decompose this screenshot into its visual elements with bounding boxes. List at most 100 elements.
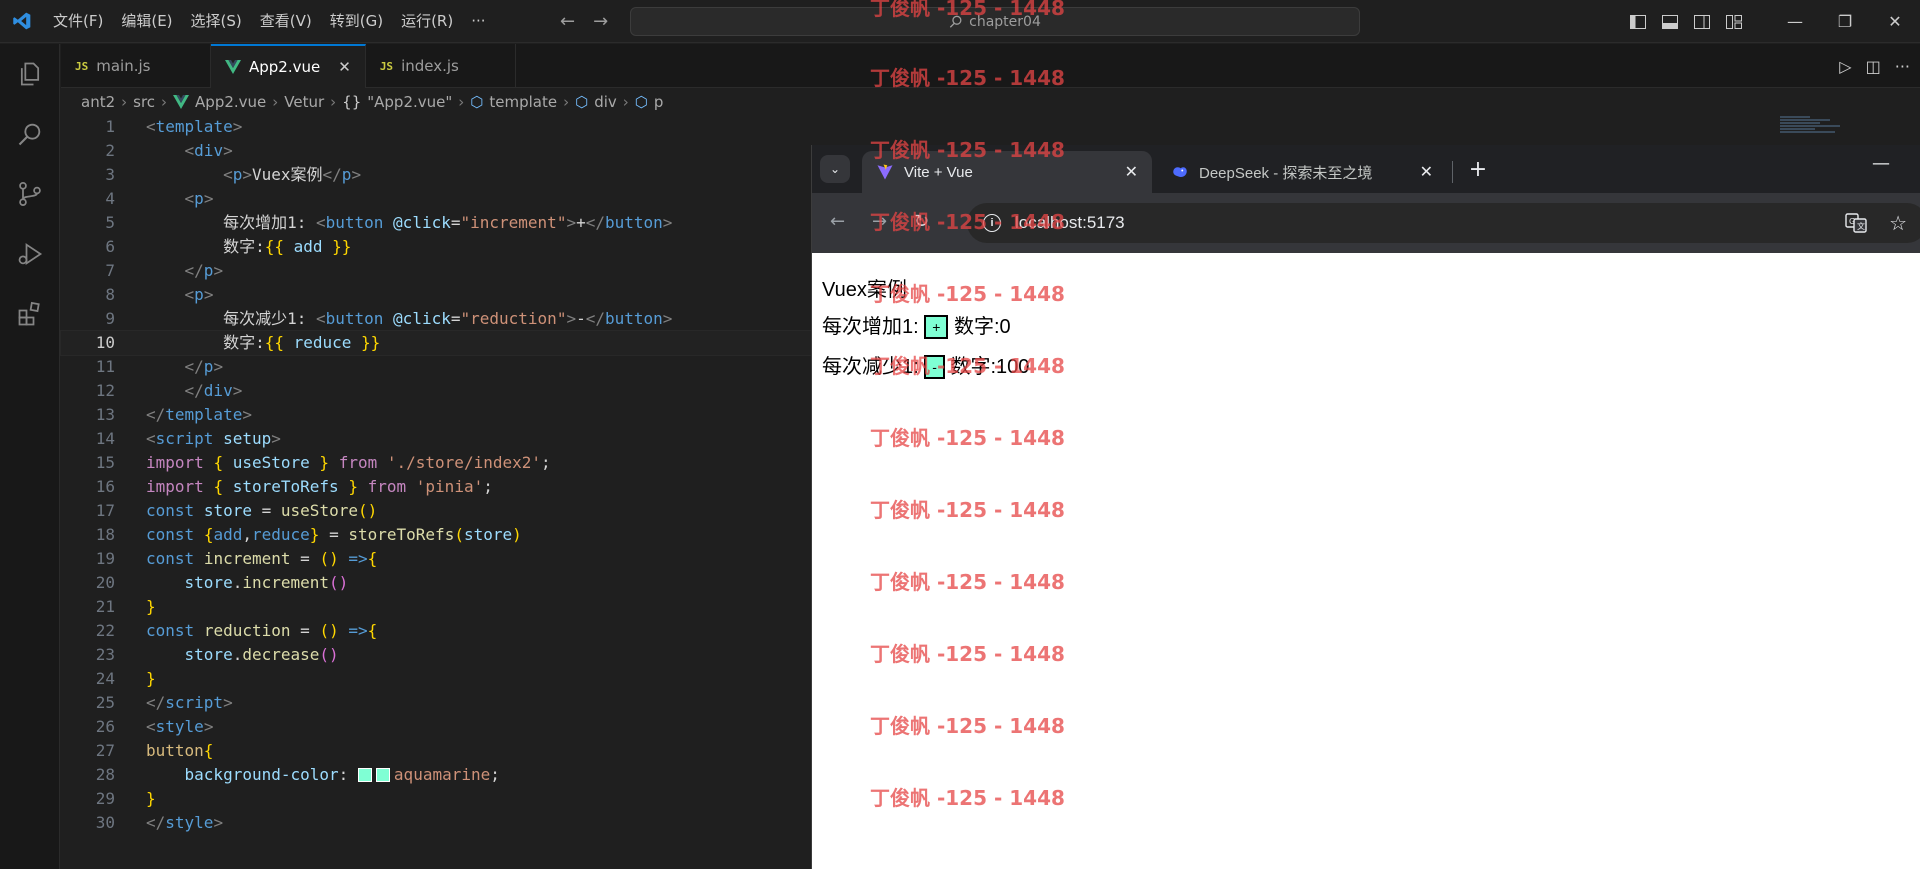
search-icon[interactable]: [0, 104, 60, 164]
restore-icon[interactable]: ❐: [1820, 0, 1870, 43]
increment-button[interactable]: +: [924, 315, 949, 339]
toggle-panel-icon[interactable]: [1654, 0, 1686, 43]
breadcrumb-item[interactable]: App2.vue: [195, 93, 266, 111]
menu-more[interactable]: ···: [462, 0, 494, 43]
watermark-text: 丁俊帆 -125 - 1448: [870, 570, 1065, 594]
tab-search-dropdown-icon[interactable]: ⌄: [820, 155, 850, 183]
code-line[interactable]: 30 </style>: [61, 811, 811, 835]
bookmark-star-icon[interactable]: ☆: [1889, 211, 1907, 236]
customize-layout-icon[interactable]: [1718, 0, 1750, 43]
watermark-text: 丁俊帆 -125 - 1448: [870, 282, 1065, 306]
code-editor[interactable]: 1 <template> 2 <div> 3 <p>Vuex案例</p> 4 <p…: [60, 115, 812, 869]
back-arrow-icon[interactable]: ←: [560, 11, 575, 32]
address-bar[interactable]: i localhost:5173 G文 ☆: [967, 203, 1920, 243]
code-line[interactable]: 28 background-color: aquamarine;: [61, 763, 811, 787]
vscode-logo-icon[interactable]: [0, 0, 44, 43]
element-icon: ⬡: [470, 93, 484, 111]
new-tab-icon[interactable]: +: [1464, 155, 1492, 183]
browser-tab-deepseek[interactable]: DeepSeek - 探索未至之境 ✕: [1157, 151, 1447, 193]
browser-tab-title: Vite + Vue: [904, 163, 973, 181]
code-line[interactable]: 25 </script>: [61, 691, 811, 715]
code-line[interactable]: 12 </div>: [61, 379, 811, 403]
code-line[interactable]: 27 button{: [61, 739, 811, 763]
tab-main-js[interactable]: JS main.js: [61, 44, 211, 88]
minimize-icon[interactable]: —: [1770, 0, 1820, 43]
watermark-text: 丁俊帆 -125 - 1448: [870, 0, 1065, 20]
code-line[interactable]: 1 <template>: [61, 115, 811, 139]
activity-bar: [0, 44, 60, 869]
code-line[interactable]: 20 store.increment(): [61, 571, 811, 595]
breadcrumb-item[interactable]: p: [654, 93, 664, 111]
code-line[interactable]: 26 <style>: [61, 715, 811, 739]
menu-go[interactable]: 转到(G): [321, 0, 392, 43]
code-line[interactable]: 14 <script setup>: [61, 427, 811, 451]
explorer-icon[interactable]: [0, 44, 60, 104]
toggle-secondary-sidebar-icon[interactable]: [1686, 0, 1718, 43]
title-right-controls: — ❐ ✕: [1622, 0, 1920, 43]
tab-app2-vue[interactable]: App2.vue ✕: [211, 44, 366, 88]
extensions-icon[interactable]: [0, 284, 60, 344]
code-line[interactable]: 4 <p>: [61, 187, 811, 211]
minimize-icon[interactable]: —: [1872, 153, 1890, 174]
menu-view[interactable]: 查看(V): [251, 0, 321, 43]
code-line[interactable]: 13 </template>: [61, 403, 811, 427]
close-icon[interactable]: ✕: [1420, 162, 1433, 182]
menu-selection[interactable]: 选择(S): [182, 0, 251, 43]
code-line[interactable]: 15 import { useStore } from './store/inde…: [61, 451, 811, 475]
color-swatch[interactable]: [357, 768, 372, 782]
code-line[interactable]: 3 <p>Vuex案例</p>: [61, 163, 811, 187]
code-line[interactable]: 2 <div>: [61, 139, 811, 163]
svg-text:G: G: [1849, 217, 1855, 226]
breadcrumb-item[interactable]: ant2: [81, 93, 115, 111]
watermark-text: 丁俊帆 -125 - 1448: [870, 426, 1065, 450]
forward-arrow-icon[interactable]: →: [593, 11, 608, 32]
code-line[interactable]: 29}: [61, 787, 811, 811]
deepseek-favicon-icon: [1173, 167, 1187, 177]
code-line[interactable]: 8 <p>: [61, 283, 811, 307]
code-line[interactable]: 16 import { storeToRefs } from 'pinia';: [61, 475, 811, 499]
code-line[interactable]: 18 const {add,reduce} = storeToRefs(store…: [61, 523, 811, 547]
menu-run[interactable]: 运行(R): [392, 0, 462, 43]
close-icon[interactable]: ✕: [1125, 162, 1138, 182]
run-debug-icon[interactable]: [0, 224, 60, 284]
svg-text:文: 文: [1857, 221, 1865, 231]
split-editor-icon[interactable]: ◫: [1866, 57, 1881, 76]
breadcrumb-item[interactable]: Vetur: [284, 93, 324, 111]
code-line[interactable]: 5 每次增加1: <button @click="increment">+</b…: [61, 211, 811, 235]
code-line[interactable]: 22 const reduction = () =>{: [61, 619, 811, 643]
code-line-current[interactable]: 10 数字:{{ reduce }}: [60, 330, 812, 356]
code-line[interactable]: 7 </p>: [61, 259, 811, 283]
translate-icon[interactable]: G文: [1845, 213, 1867, 233]
tab-index-js[interactable]: JS index.js: [366, 44, 516, 88]
code-line[interactable]: 11 </p>: [61, 355, 811, 379]
watermark-text: 丁俊帆 -125 - 1448: [870, 786, 1065, 810]
breadcrumb-item[interactable]: "App2.vue": [367, 93, 452, 111]
code-line[interactable]: 21}: [61, 595, 811, 619]
minimap[interactable]: [1780, 115, 1850, 145]
code-line[interactable]: 24}: [61, 667, 811, 691]
breadcrumb-item[interactable]: template: [489, 93, 557, 111]
code-line[interactable]: 23 store.decrease(): [61, 643, 811, 667]
breadcrumb-item[interactable]: div: [594, 93, 617, 111]
back-arrow-icon[interactable]: ←: [830, 211, 845, 232]
color-swatch[interactable]: [375, 768, 390, 782]
vue-file-icon: [225, 60, 241, 74]
toggle-primary-sidebar-icon[interactable]: [1622, 0, 1654, 43]
code-line[interactable]: 17 const store = useStore(): [61, 499, 811, 523]
menu-edit[interactable]: 编辑(E): [112, 0, 181, 43]
close-icon[interactable]: ✕: [338, 58, 351, 76]
code-line[interactable]: 9 每次减少1: <button @click="reduction">-</b…: [61, 307, 811, 331]
code-line[interactable]: 6 数字:{{ add }}: [61, 235, 811, 259]
menu-file[interactable]: 文件(F): [44, 0, 112, 43]
more-actions-icon[interactable]: ···: [1895, 57, 1910, 76]
tab-label: index.js: [401, 57, 459, 75]
breadcrumb-item[interactable]: src: [133, 93, 155, 111]
element-icon: ⬡: [575, 93, 589, 111]
source-control-icon[interactable]: [0, 164, 60, 224]
code-line[interactable]: 19 const increment = () =>{: [61, 547, 811, 571]
close-icon[interactable]: ✕: [1870, 0, 1920, 43]
breadcrumb: ant2 › src › App2.vue › Vetur › {} "App2.vue…: [81, 93, 664, 111]
tab-separator: [1452, 161, 1453, 183]
tab-label: main.js: [96, 57, 151, 75]
run-icon[interactable]: ▷: [1839, 57, 1851, 76]
